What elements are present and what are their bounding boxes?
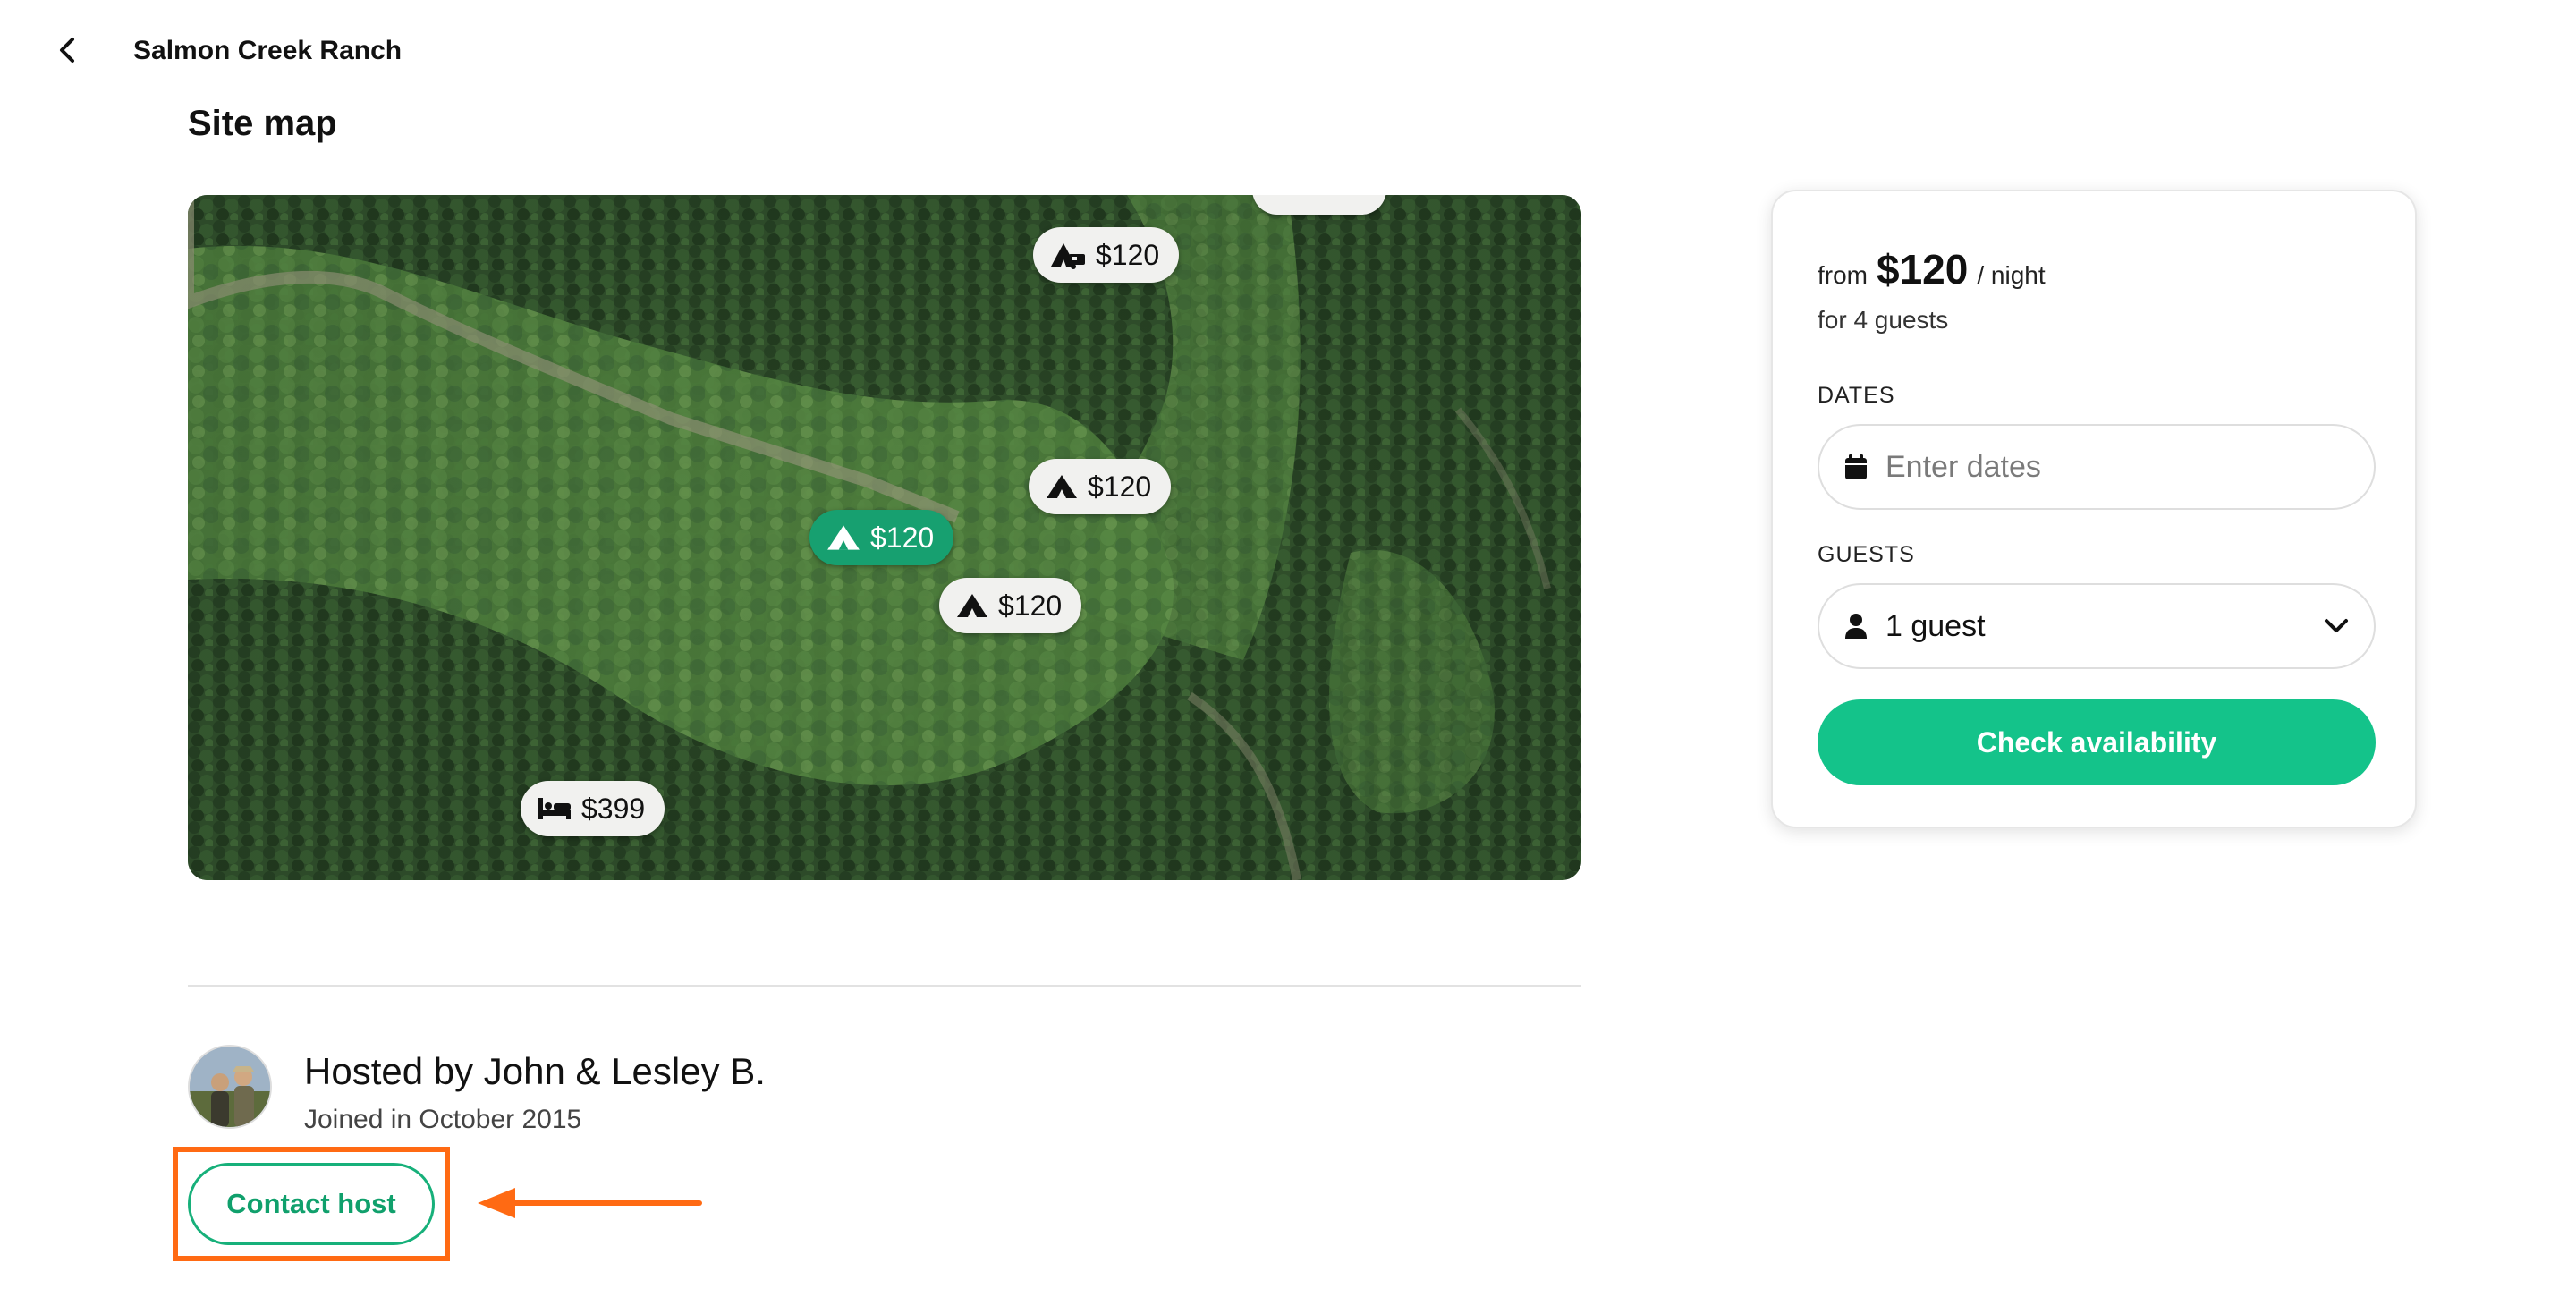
price-from-label: from <box>1818 261 1868 289</box>
nightly-price: $120 <box>1877 246 1969 292</box>
person-icon <box>1845 614 1867 639</box>
booking-card: from $120 / night for 4 guests DATES Ent… <box>1771 190 2417 828</box>
map-pin-lodging[interactable]: $399 <box>521 781 665 836</box>
annotation-arrow-icon <box>478 1188 702 1218</box>
section-title: Site map <box>188 104 337 143</box>
pin-price: $120 <box>870 521 935 554</box>
chevron-left-icon <box>60 38 74 63</box>
calendar-icon <box>1845 454 1867 479</box>
section-divider <box>188 985 1581 987</box>
dates-field[interactable]: Enter dates <box>1818 424 2376 510</box>
tent-icon <box>827 525 860 550</box>
map-pin-partial[interactable] <box>1252 195 1386 215</box>
map-pin-tent-site[interactable]: $120 <box>1029 459 1172 514</box>
bed-icon <box>538 798 571 819</box>
guests-label: GUESTS <box>1818 542 1915 567</box>
back-button[interactable] <box>48 30 88 70</box>
rv-tent-icon <box>1051 243 1085 269</box>
guests-note: for 4 guests <box>1818 306 1949 334</box>
pin-price: $399 <box>581 792 646 825</box>
chevron-down-icon <box>2325 619 2348 632</box>
host-joined-date: Joined in October 2015 <box>304 1105 582 1134</box>
check-availability-button[interactable]: Check availability <box>1818 699 2376 785</box>
pin-price: $120 <box>998 589 1063 622</box>
avatar-photo <box>190 1047 270 1127</box>
price-line: from $120 / night <box>1818 245 2046 293</box>
host-avatar[interactable] <box>188 1045 272 1129</box>
site-map[interactable]: $120 $120 $120 $120 $399 <box>188 195 1581 880</box>
tent-icon <box>957 594 987 617</box>
price-per-night-label: / night <box>1977 261 2046 289</box>
tent-icon <box>1046 475 1077 498</box>
pin-price: $120 <box>1096 238 1160 271</box>
dates-placeholder: Enter dates <box>1885 449 2041 484</box>
page: Salmon Creek Ranch Site map $120 $120 $1… <box>0 0 2576 1297</box>
pin-price: $120 <box>1088 470 1152 503</box>
map-pin-tent-site-selected[interactable]: $120 <box>809 510 954 565</box>
host-name: Hosted by John & Lesley B. <box>304 1050 766 1092</box>
guests-value: 1 guest <box>1885 608 1986 643</box>
map-pin-rv-site[interactable]: $120 <box>1033 227 1180 283</box>
guests-select[interactable]: 1 guest <box>1818 583 2376 669</box>
contact-host-button[interactable]: Contact host <box>188 1163 435 1245</box>
dates-label: DATES <box>1818 383 1895 408</box>
listing-title: Salmon Creek Ranch <box>133 36 402 65</box>
map-pin-tent-site[interactable]: $120 <box>939 578 1082 633</box>
